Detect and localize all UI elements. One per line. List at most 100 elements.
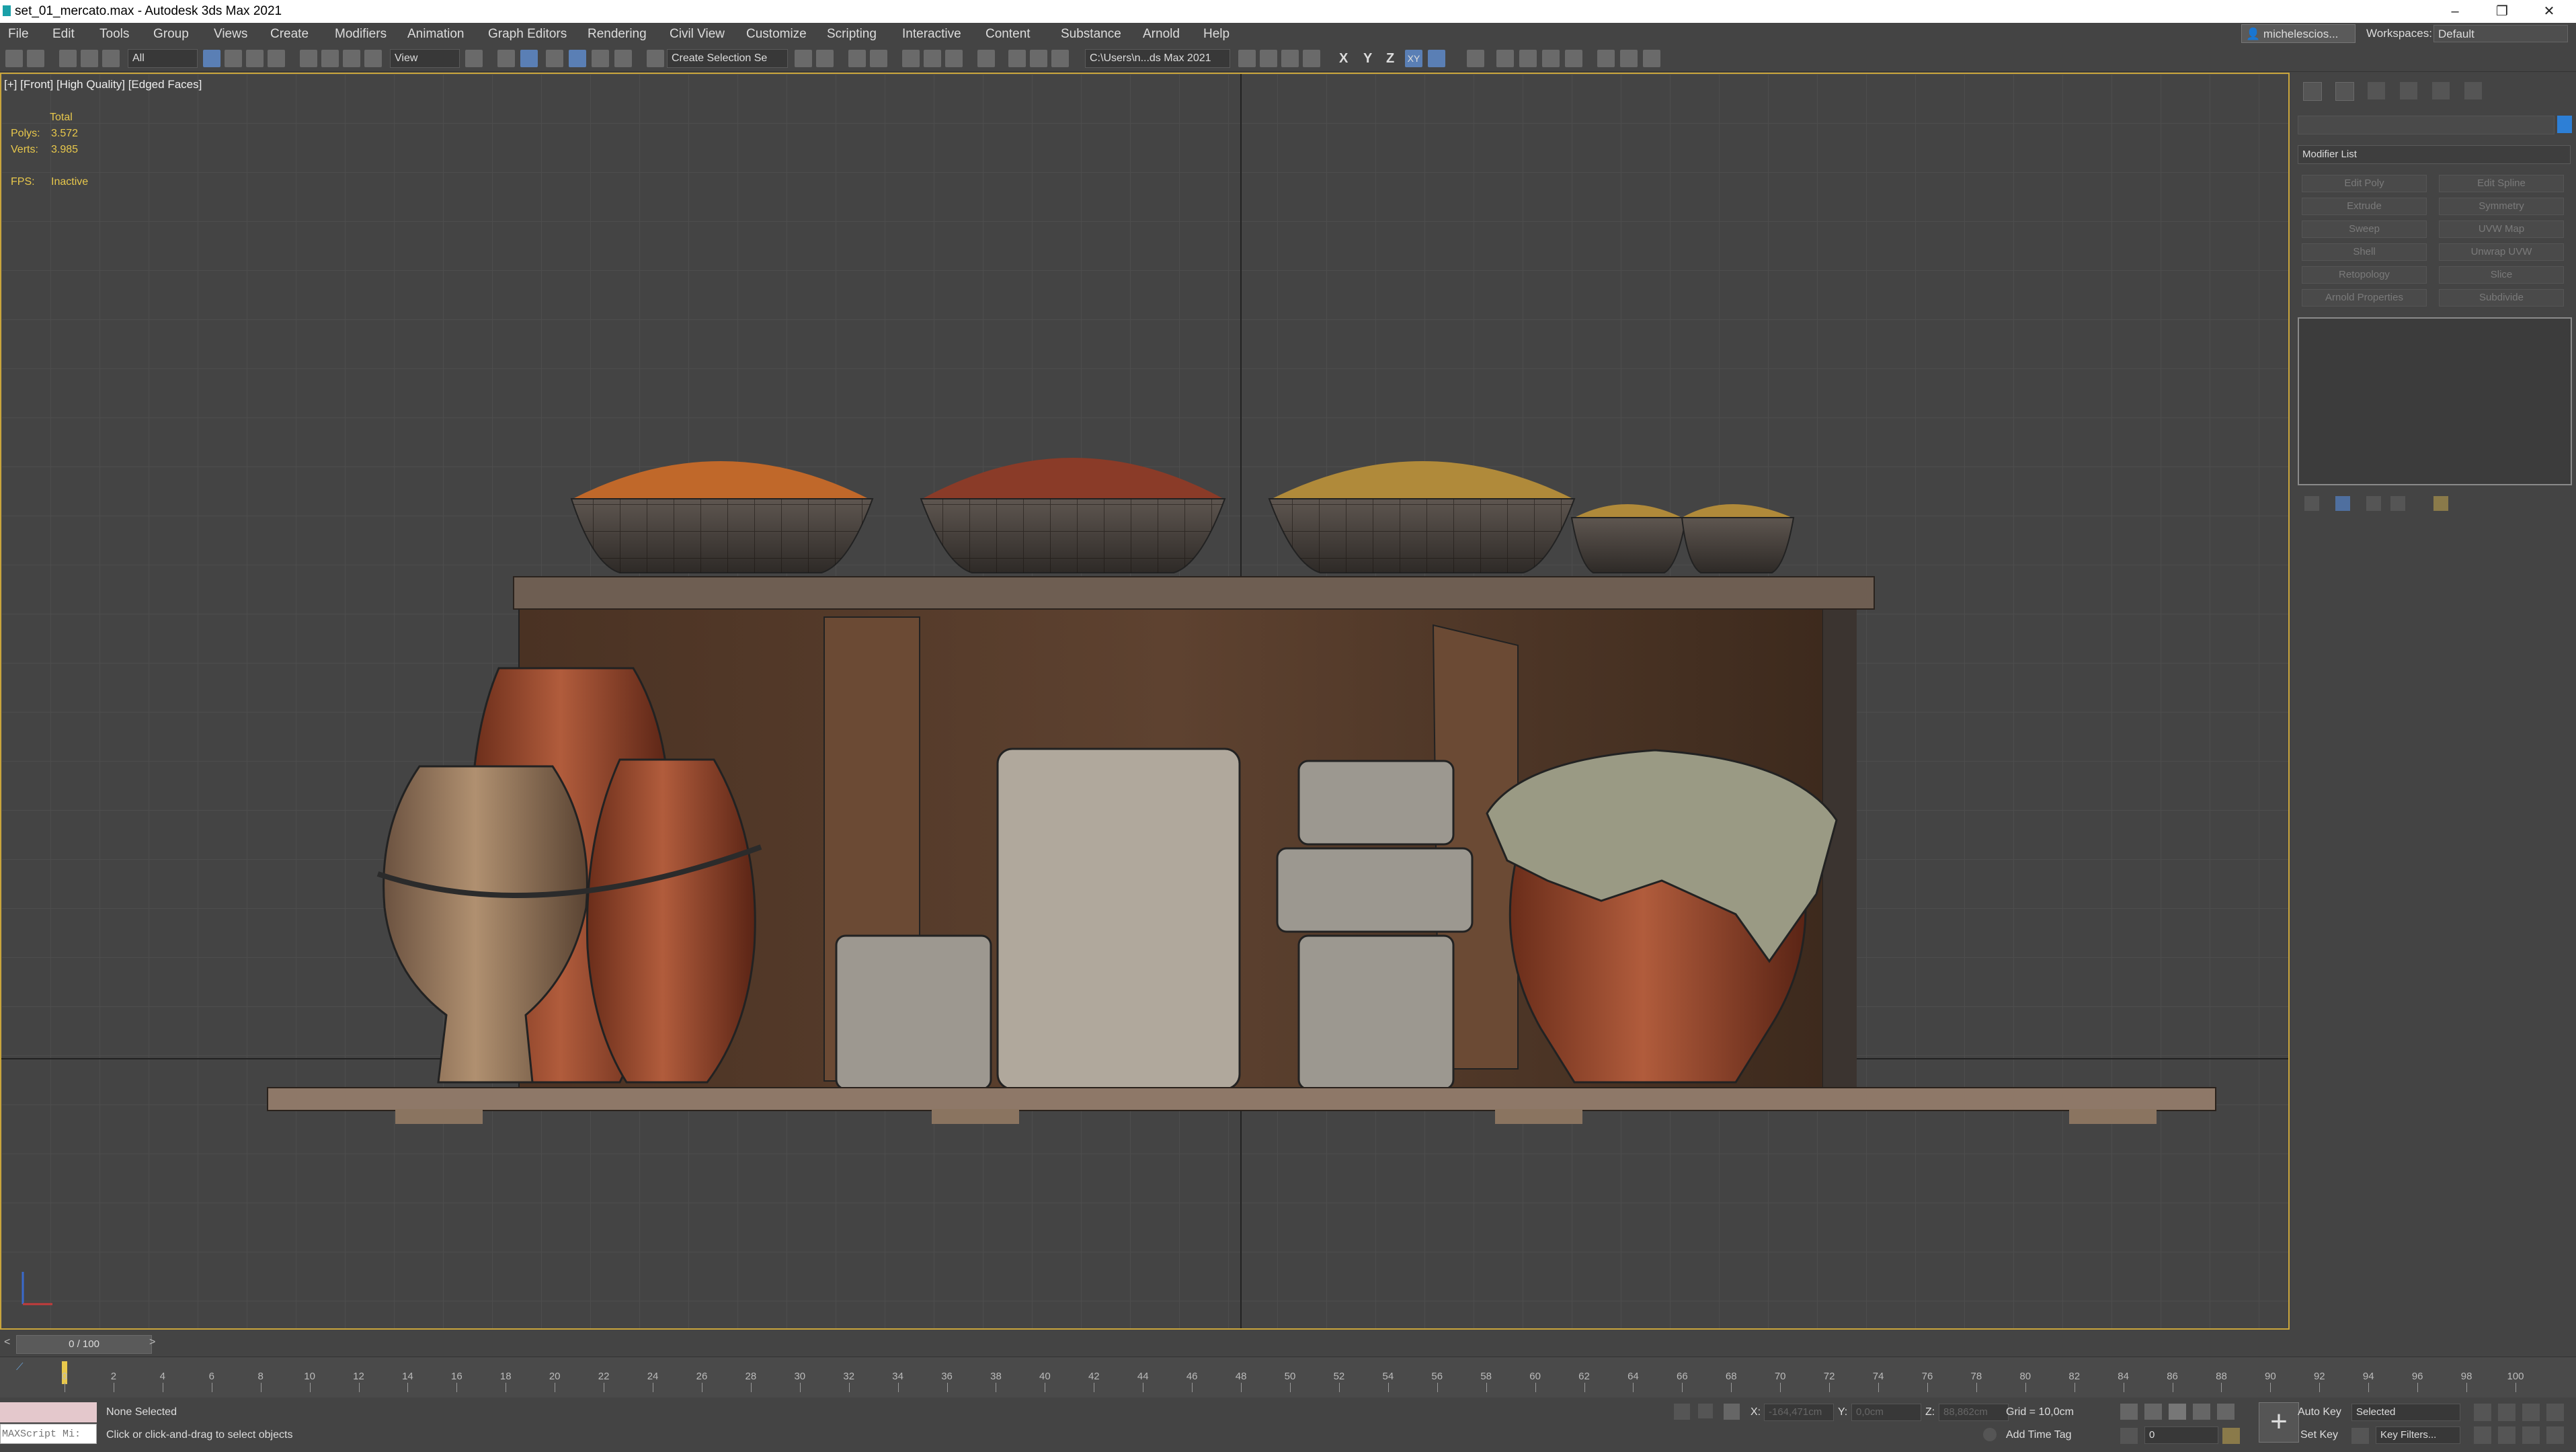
y-coord-field[interactable]: 0,0cm bbox=[1851, 1404, 1921, 1421]
constrain-xy-cycle-icon[interactable] bbox=[1428, 50, 1445, 67]
menu-substance[interactable]: Substance bbox=[1061, 27, 1121, 42]
time-prev-button[interactable]: < bbox=[4, 1336, 10, 1348]
crate[interactable] bbox=[1297, 760, 1455, 846]
unlink-icon[interactable] bbox=[81, 50, 98, 67]
menu-edit[interactable]: Edit bbox=[52, 27, 75, 42]
material-editor-icon[interactable] bbox=[977, 50, 995, 67]
field-of-view-icon[interactable] bbox=[2474, 1426, 2491, 1444]
schematic-view-icon[interactable] bbox=[945, 50, 963, 67]
motion-tab-icon[interactable] bbox=[2400, 82, 2417, 99]
modify-tab-icon[interactable] bbox=[2335, 82, 2354, 101]
workspace-dropdown[interactable]: Default bbox=[2433, 25, 2568, 42]
menu-civil-view[interactable]: Civil View bbox=[670, 27, 725, 42]
render-icon[interactable] bbox=[1496, 50, 1514, 67]
modifier-button[interactable]: Slice bbox=[2439, 266, 2564, 284]
toggle-layer-explorer-icon[interactable] bbox=[870, 50, 887, 67]
viewport-label[interactable]: [+] [Front] [High Quality] [Edged Faces] bbox=[4, 78, 202, 91]
show-end-result-icon[interactable] bbox=[2335, 496, 2350, 511]
select-by-name-icon[interactable] bbox=[225, 50, 242, 67]
reference-coordinate-dropdown[interactable]: View bbox=[390, 49, 460, 68]
redo-icon[interactable] bbox=[27, 50, 44, 67]
render-setup-icon[interactable] bbox=[1008, 50, 1026, 67]
pin-stack-icon[interactable] bbox=[2304, 496, 2319, 511]
add-time-tag-button[interactable]: Add Time Tag bbox=[2006, 1429, 2072, 1441]
selection-region-icon[interactable] bbox=[246, 50, 264, 67]
new-project-icon[interactable] bbox=[1260, 50, 1277, 67]
hierarchy-tab-icon[interactable] bbox=[2368, 82, 2385, 99]
project-save-icon[interactable] bbox=[1303, 50, 1320, 67]
menu-modifiers[interactable]: Modifiers bbox=[335, 27, 387, 42]
bind-spacewarp-icon[interactable] bbox=[102, 50, 120, 67]
crate[interactable] bbox=[996, 748, 1241, 1090]
current-frame-field[interactable]: 0 bbox=[2144, 1426, 2218, 1444]
modifier-button[interactable]: Edit Poly bbox=[2302, 175, 2427, 192]
select-object-icon[interactable] bbox=[203, 50, 220, 67]
align-icon[interactable] bbox=[816, 50, 834, 67]
play-end-icon[interactable] bbox=[1643, 50, 1660, 67]
menu-scripting[interactable]: Scripting bbox=[827, 27, 877, 42]
track-bar-icon[interactable]: ⟋ bbox=[16, 1361, 24, 1373]
crate[interactable] bbox=[1297, 934, 1455, 1090]
goto-start-icon[interactable] bbox=[2120, 1404, 2138, 1420]
select-place-icon[interactable] bbox=[364, 50, 382, 67]
render-production-icon[interactable] bbox=[1051, 50, 1069, 67]
curve-editor-icon[interactable] bbox=[924, 50, 941, 67]
create-tab-icon[interactable] bbox=[2303, 82, 2322, 101]
select-rotate-icon[interactable] bbox=[321, 50, 339, 67]
percent-snap-icon[interactable] bbox=[592, 50, 609, 67]
menu-animation[interactable]: Animation bbox=[407, 27, 465, 42]
clay-pot[interactable] bbox=[586, 758, 756, 1084]
modifier-button[interactable]: Retopology bbox=[2302, 266, 2427, 284]
spinner-snap-icon[interactable] bbox=[614, 50, 632, 67]
next-frame-icon[interactable] bbox=[2193, 1404, 2210, 1420]
light-lister-icon[interactable] bbox=[1467, 50, 1484, 67]
select-move-icon[interactable] bbox=[300, 50, 317, 67]
zoom-extents-icon[interactable] bbox=[2522, 1404, 2540, 1421]
restore-button[interactable]: ❐ bbox=[2482, 1, 2522, 22]
viewport-front[interactable]: [+] [Front] [High Quality] [Edged Faces]… bbox=[0, 73, 2290, 1330]
time-next-button[interactable]: > bbox=[149, 1336, 155, 1348]
edit-named-selection-icon[interactable] bbox=[647, 50, 664, 67]
goto-end-icon[interactable] bbox=[2217, 1404, 2235, 1420]
orbit-icon[interactable] bbox=[2522, 1426, 2540, 1444]
modifier-list-dropdown[interactable]: Modifier List bbox=[2298, 145, 2571, 164]
play-icon[interactable] bbox=[2169, 1404, 2186, 1420]
modifier-button[interactable]: UVW Map bbox=[2439, 220, 2564, 238]
zoom-all-icon[interactable] bbox=[2498, 1404, 2515, 1421]
set-project-icon[interactable] bbox=[1281, 50, 1299, 67]
selection-filter-dropdown[interactable]: All bbox=[128, 49, 198, 68]
menu-help[interactable]: Help bbox=[1203, 27, 1230, 42]
crate[interactable] bbox=[1276, 847, 1474, 933]
constrain-z-button[interactable]: Z bbox=[1386, 51, 1394, 67]
object-name-field[interactable] bbox=[2298, 116, 2554, 134]
key-mode-toggle-icon[interactable] bbox=[2120, 1428, 2138, 1444]
display-tab-icon[interactable] bbox=[2432, 82, 2450, 99]
select-scale-icon[interactable] bbox=[343, 50, 360, 67]
remove-modifier-icon[interactable] bbox=[2390, 496, 2405, 511]
make-unique-icon[interactable] bbox=[2366, 496, 2381, 511]
menu-content[interactable]: Content bbox=[985, 27, 1031, 42]
default-tangents-icon[interactable] bbox=[2351, 1428, 2369, 1444]
pan-view-icon[interactable] bbox=[2498, 1426, 2515, 1444]
zoom-extents-all-icon[interactable] bbox=[2546, 1404, 2564, 1421]
track-bar[interactable]: ⟋ 0 2 4 6 8 10 12 14 16 18 20 22 24 26 28 30 32 34 36 38 40 4… bbox=[0, 1357, 2576, 1398]
close-button[interactable]: ✕ bbox=[2529, 1, 2569, 22]
named-selection-dropdown[interactable]: Create Selection Se bbox=[667, 49, 788, 68]
absolute-mode-icon[interactable] bbox=[1724, 1404, 1740, 1420]
modifier-button[interactable]: Shell bbox=[2302, 243, 2427, 261]
pivot-center-icon[interactable] bbox=[465, 50, 483, 67]
menu-create[interactable]: Create bbox=[270, 27, 309, 42]
constrain-y-button[interactable]: Y bbox=[1363, 51, 1372, 67]
modifier-button[interactable]: Unwrap UVW bbox=[2439, 243, 2564, 261]
undo-icon[interactable] bbox=[5, 50, 23, 67]
sphere-icon[interactable] bbox=[1565, 50, 1582, 67]
modifier-button[interactable]: Edit Spline bbox=[2439, 175, 2564, 192]
utilities-tab-icon[interactable] bbox=[2464, 82, 2482, 99]
maximize-viewport-icon[interactable] bbox=[2546, 1426, 2564, 1444]
maxscript-input[interactable] bbox=[0, 1424, 97, 1444]
angle-snap-icon[interactable] bbox=[569, 50, 586, 67]
rendered-frame-icon[interactable] bbox=[1030, 50, 1047, 67]
modifier-button[interactable]: Subdivide bbox=[2439, 289, 2564, 307]
configure-modifier-sets-icon[interactable] bbox=[2433, 496, 2448, 511]
modifier-stack[interactable] bbox=[2298, 317, 2572, 485]
